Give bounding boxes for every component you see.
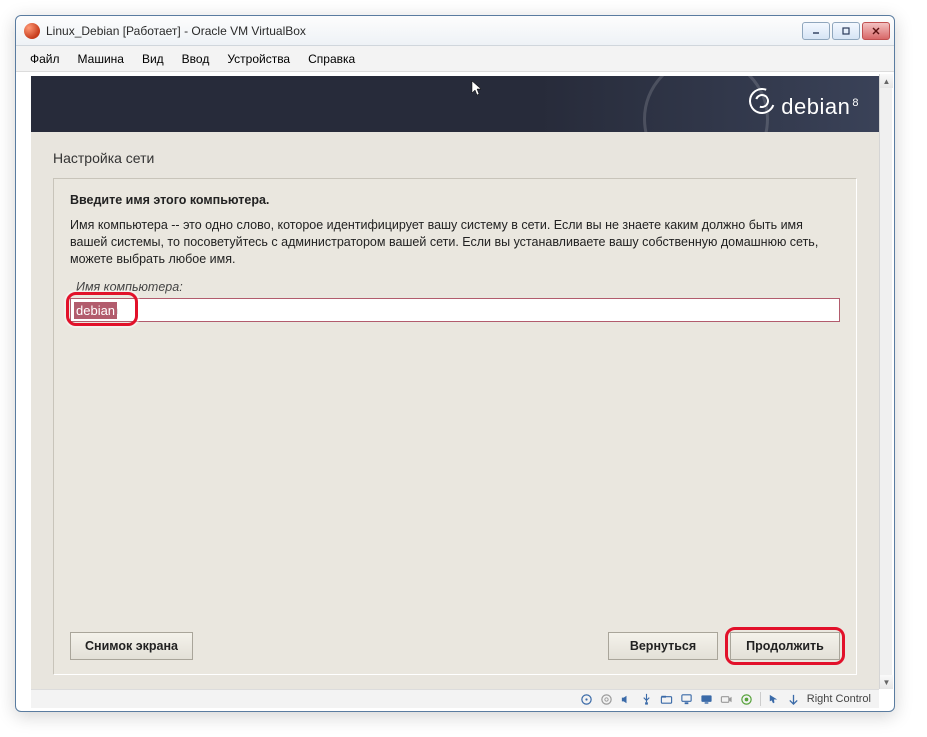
debian-brand-text: debian8 <box>781 94 859 120</box>
scroll-up-arrow-icon[interactable]: ▲ <box>880 74 893 88</box>
continue-button[interactable]: Продолжить <box>730 632 840 660</box>
network-icon[interactable] <box>680 692 694 706</box>
window-controls <box>802 22 890 40</box>
features-icon[interactable] <box>740 692 754 706</box>
cursor-icon <box>471 80 483 103</box>
status-separator <box>760 692 761 706</box>
debian-banner: debian8 <box>31 76 879 132</box>
scroll-down-arrow-icon[interactable]: ▼ <box>880 675 893 689</box>
menu-machine[interactable]: Машина <box>70 49 132 69</box>
menu-devices[interactable]: Устройства <box>219 49 298 69</box>
audio-icon[interactable] <box>620 692 634 706</box>
vertical-scrollbar[interactable]: ▲ ▼ <box>879 74 892 689</box>
host-key-icon[interactable] <box>787 692 801 706</box>
menubar: Файл Машина Вид Ввод Устройства Справка <box>16 46 894 72</box>
hostname-label: Имя компьютера: <box>76 280 840 294</box>
optical-drive-icon[interactable] <box>600 692 614 706</box>
continue-button-label: Продолжить <box>746 639 824 653</box>
scroll-track[interactable] <box>880 88 892 675</box>
button-row: Снимок экрана Вернуться Продолжить <box>70 620 840 660</box>
menu-view[interactable]: Вид <box>134 49 172 69</box>
virtualbox-window: Linux_Debian [Работает] - Oracle VM Virt… <box>15 15 895 712</box>
description-text: Имя компьютера -- это одно слово, которо… <box>70 217 830 268</box>
hostname-input-wrap: debian <box>70 298 840 322</box>
vm-display-area: debian8 Настройка сети Введите имя этого… <box>31 76 879 689</box>
prompt-text: Введите имя этого компьютера. <box>70 193 840 207</box>
display-icon[interactable] <box>700 692 714 706</box>
shared-folders-icon[interactable] <box>660 692 674 706</box>
installer-panel: Настройка сети Введите имя этого компьют… <box>31 132 879 689</box>
host-key-label: Right Control <box>807 693 871 705</box>
window-title: Linux_Debian [Работает] - Oracle VM Virt… <box>46 24 802 38</box>
close-button[interactable] <box>862 22 890 40</box>
menu-file[interactable]: Файл <box>22 49 68 69</box>
virtualbox-statusbar: Right Control <box>31 689 879 708</box>
debian-swirl-icon <box>745 84 780 119</box>
hostname-input[interactable] <box>70 298 840 322</box>
maximize-button[interactable] <box>832 22 860 40</box>
debian-logo: debian8 <box>749 88 859 120</box>
virtualbox-icon <box>24 23 40 39</box>
menu-help[interactable]: Справка <box>300 49 363 69</box>
minimize-button[interactable] <box>802 22 830 40</box>
section-title: Настройка сети <box>53 150 857 166</box>
video-capture-icon[interactable] <box>720 692 734 706</box>
back-button[interactable]: Вернуться <box>608 632 718 660</box>
screenshot-button[interactable]: Снимок экрана <box>70 632 193 660</box>
hard-disk-icon[interactable] <box>580 692 594 706</box>
menu-input[interactable]: Ввод <box>174 49 218 69</box>
usb-icon[interactable] <box>640 692 654 706</box>
mouse-integration-icon[interactable] <box>767 692 781 706</box>
content-panel: Введите имя этого компьютера. Имя компью… <box>53 178 857 675</box>
window-titlebar[interactable]: Linux_Debian [Работает] - Oracle VM Virt… <box>16 16 894 46</box>
